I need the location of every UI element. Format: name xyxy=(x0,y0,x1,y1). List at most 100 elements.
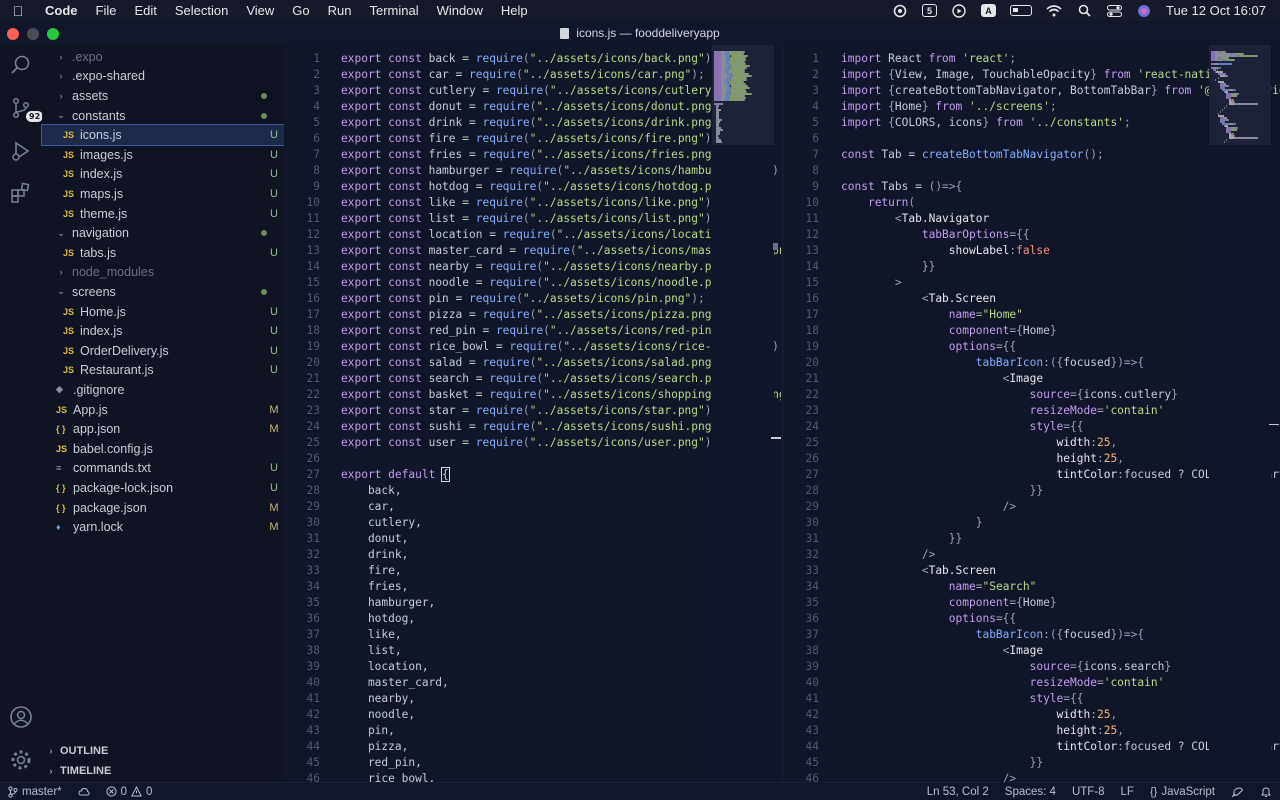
code-line[interactable]: 42 noodle, xyxy=(284,707,416,723)
menu-view[interactable]: View xyxy=(237,3,283,18)
code-line[interactable]: 18 export const red_pin = require("../ass… xyxy=(284,323,759,339)
indentation[interactable]: Spaces: 4 xyxy=(997,786,1064,798)
menu-app-name[interactable]: Code xyxy=(36,3,87,18)
code-line[interactable]: 28 }} xyxy=(783,483,1044,499)
code-line[interactable]: 46 /> xyxy=(783,771,1017,782)
tree-file[interactable]: JS OrderDelivery.js U xyxy=(42,341,284,361)
wifi-icon[interactable] xyxy=(1046,4,1062,18)
minimap[interactable] xyxy=(1209,45,1271,782)
tree-file[interactable]: JS theme.js U xyxy=(42,204,284,224)
code-line[interactable]: 46 rice_bowl, xyxy=(284,771,436,782)
code-line[interactable]: 34 fries, xyxy=(284,579,409,595)
code-line[interactable]: 26 height:25, xyxy=(783,451,1124,467)
menu-go[interactable]: Go xyxy=(283,3,318,18)
code-line[interactable]: 11 <Tab.Navigator xyxy=(783,211,990,227)
code-line[interactable]: 4 import {Home} from '../screens'; xyxy=(783,99,1056,115)
editor-tabs-js[interactable]: 1 import React from 'react'; 2 import {View… xyxy=(782,45,1280,782)
play-icon[interactable] xyxy=(951,3,967,18)
tree-file[interactable]: { } package-lock.json U xyxy=(42,478,284,498)
code-line[interactable]: 24 style={{ xyxy=(783,419,1084,435)
tree-folder[interactable]: › assets xyxy=(42,86,284,106)
menu-file[interactable]: File xyxy=(87,3,126,18)
menu-selection[interactable]: Selection xyxy=(166,3,237,18)
code-line[interactable]: 8 xyxy=(783,163,841,179)
branch-indicator[interactable]: master* xyxy=(0,786,70,798)
code-line[interactable]: 26 xyxy=(284,451,341,467)
code-line[interactable]: 41 style={{ xyxy=(783,691,1084,707)
code-line[interactable]: 31 donut, xyxy=(284,531,409,547)
code-line[interactable]: 39 source={icons.search} xyxy=(783,659,1172,675)
language-mode[interactable]: {} JavaScript xyxy=(1142,786,1223,798)
code-line[interactable]: 2 export const car = require("../assets/i… xyxy=(284,67,705,83)
outline-section-header[interactable]: › OUTLINE xyxy=(42,741,284,761)
siri-icon[interactable] xyxy=(1136,4,1152,18)
code-line[interactable]: 14 }} xyxy=(783,259,936,275)
editor-icons-js[interactable]: 1 export const back = require("../assets/… xyxy=(284,45,781,782)
menu-window[interactable]: Window xyxy=(428,3,492,18)
window-maximize-button[interactable] xyxy=(47,28,59,40)
code-line[interactable]: 4 export const donut = require("../assets… xyxy=(284,99,731,115)
code-line[interactable]: 10 export const like = require("../assets… xyxy=(284,195,719,211)
tree-file[interactable]: ≡ commands.txt U xyxy=(42,459,284,479)
code-line[interactable]: 29 car, xyxy=(284,499,395,515)
code-line[interactable]: 38 <Image xyxy=(783,643,1044,659)
code-line[interactable]: 16 <Tab.Screen xyxy=(783,291,996,307)
code-line[interactable]: 12 export const location = require("../as… xyxy=(284,227,773,243)
feedback-button[interactable] xyxy=(1223,786,1252,798)
timeline-section-header[interactable]: › TIMELINE xyxy=(42,761,284,781)
code-line[interactable]: 16 export const pin = require("../assets/… xyxy=(284,291,705,307)
code-line[interactable]: 33 fire, xyxy=(284,563,402,579)
tree-file[interactable]: { } app.json M xyxy=(42,419,284,439)
tree-file[interactable]: JS tabs.js U xyxy=(42,243,284,263)
tree-file[interactable]: JS Restaurant.js U xyxy=(42,361,284,381)
code-line[interactable]: 5 export const drink = require("../assets… xyxy=(284,115,731,131)
tree-file[interactable]: JS Home.js U xyxy=(42,302,284,322)
tree-folder[interactable]: › .expo xyxy=(42,47,284,67)
tree-folder[interactable]: › node_modules xyxy=(42,263,284,283)
code-line[interactable]: 39 location, xyxy=(284,659,429,675)
minimap-slider[interactable] xyxy=(712,45,774,145)
tree-file[interactable]: { } package.json M xyxy=(42,498,284,518)
code-line[interactable]: 7 export const fries = require("../assets… xyxy=(284,147,731,163)
source-control-icon[interactable]: 92 xyxy=(9,96,44,122)
code-line[interactable]: 6 export const fire = require("../assets/… xyxy=(284,131,718,147)
vertical-scrollbar[interactable] xyxy=(1269,45,1279,782)
code-line[interactable]: 41 nearby, xyxy=(284,691,416,707)
code-line[interactable]: 10 return( xyxy=(783,195,916,211)
account-icon[interactable] xyxy=(9,705,33,729)
menubar-clock[interactable]: Tue 12 Oct 16:07 xyxy=(1166,3,1266,18)
code-line[interactable]: 22 export const basket = require("../asse… xyxy=(284,387,781,403)
code-line[interactable]: 30 } xyxy=(783,515,983,531)
tree-folder[interactable]: ⌄ constants xyxy=(42,106,284,126)
code-line[interactable]: 30 cutlery, xyxy=(284,515,422,531)
code-line[interactable]: 32 drink, xyxy=(284,547,409,563)
code-line[interactable]: 1 import React from 'react'; xyxy=(783,51,1016,67)
window-close-button[interactable] xyxy=(7,28,19,40)
code-line[interactable]: 45 red_pin, xyxy=(284,755,422,771)
tree-file[interactable]: JS babel.config.js xyxy=(42,439,284,459)
search-icon[interactable] xyxy=(9,53,33,77)
code-line[interactable]: 18 component={Home} xyxy=(783,323,1057,339)
code-line[interactable]: 23 resizeMode='contain' xyxy=(783,403,1165,419)
code-line[interactable]: 25 width:25, xyxy=(783,435,1118,451)
code-line[interactable]: 28 back, xyxy=(284,483,402,499)
code-line[interactable]: 43 pin, xyxy=(284,723,395,739)
code-line[interactable]: 25 export const user = require("../assets… xyxy=(284,435,719,451)
code-line[interactable]: 13 showLabel:false xyxy=(783,243,1050,259)
extensions-icon[interactable] xyxy=(9,181,33,205)
code-line[interactable]: 37 like, xyxy=(284,627,402,643)
code-line[interactable]: 34 name="Search" xyxy=(783,579,1037,595)
tree-file[interactable]: JS images.js U xyxy=(42,145,284,165)
tree-folder[interactable]: ⌄ screens xyxy=(42,282,284,302)
code-line[interactable]: 24 export const sushi = require("../asset… xyxy=(284,419,732,435)
code-line[interactable]: 21 <Image xyxy=(783,371,1044,387)
code-line[interactable]: 3 import {createBottomTabNavigator, Botto… xyxy=(783,83,1280,99)
end-of-line[interactable]: LF xyxy=(1113,786,1142,798)
menu-help[interactable]: Help xyxy=(492,3,537,18)
sync-button[interactable] xyxy=(70,787,98,797)
code-line[interactable]: 13 export const master_card = require("..… xyxy=(284,243,781,259)
code-line[interactable]: 19 export const rice_bowl = require("../a… xyxy=(284,339,781,355)
code-line[interactable]: 8 export const hamburger = require("../as… xyxy=(284,163,781,179)
code-line[interactable]: 17 export const pizza = require("../asset… xyxy=(284,307,732,323)
code-line[interactable]: 36 options={{ xyxy=(783,611,1017,627)
